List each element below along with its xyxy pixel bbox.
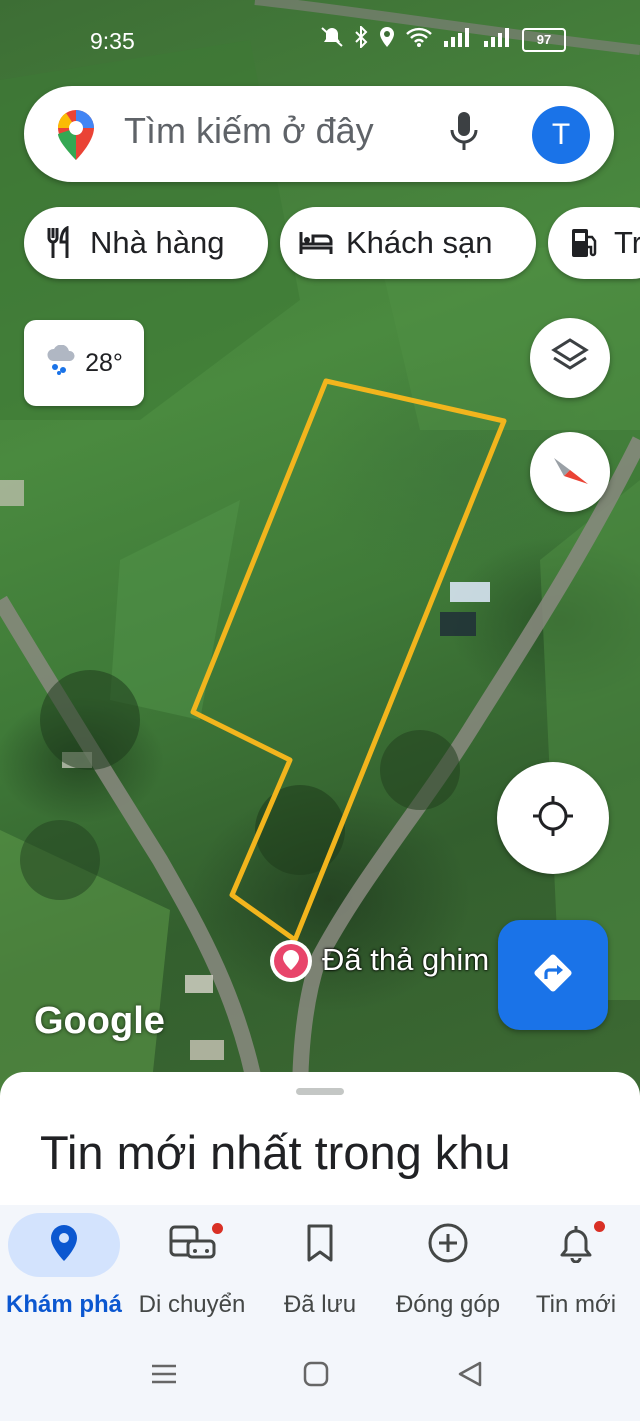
weather-widget[interactable]: 28° <box>24 320 144 406</box>
nav-label: Đã lưu <box>283 1291 357 1318</box>
home-button[interactable] <box>302 1360 330 1393</box>
layers-icon <box>550 336 590 381</box>
drag-handle[interactable] <box>296 1088 344 1095</box>
compass-icon <box>548 448 592 497</box>
nav-commute[interactable]: Di chuyển <box>128 1205 256 1330</box>
notification-badge <box>592 1219 607 1234</box>
nav-icon-container <box>136 1213 248 1277</box>
mic-icon[interactable] <box>449 110 479 159</box>
my-location-button[interactable] <box>497 762 609 874</box>
recent-apps-button[interactable] <box>150 1360 178 1393</box>
status-icons: 97 <box>320 24 566 54</box>
directions-icon <box>531 951 575 1000</box>
land-boundary <box>190 378 507 943</box>
bell-icon <box>558 1223 594 1268</box>
hotel-icon <box>298 230 334 256</box>
signal-icon <box>442 27 472 53</box>
nav-contribute[interactable]: Đóng góp <box>384 1205 512 1330</box>
nav-icon-container <box>264 1213 376 1277</box>
temperature: 28° <box>85 348 123 377</box>
battery-indicator: 97 <box>522 28 566 52</box>
nav-label: Tin mới <box>535 1291 617 1318</box>
google-maps-pin-icon <box>56 108 96 167</box>
nav-saved[interactable]: Đã lưu <box>256 1205 384 1330</box>
restaurant-icon <box>42 226 78 260</box>
signal-icon-2 <box>482 27 512 53</box>
status-time: 9:35 <box>90 28 135 54</box>
add-circle-icon <box>427 1222 469 1269</box>
chip-gas-stations[interactable]: Tr <box>548 207 640 279</box>
status-bar: 9:35 97 <box>0 0 640 84</box>
nav-icon-container <box>392 1213 504 1277</box>
bottom-sheet[interactable]: Tin mới nhất trong khu vực <box>0 1072 640 1212</box>
dropped-pin-icon <box>270 940 312 982</box>
wifi-icon <box>406 27 432 53</box>
chip-label: Khách sạn <box>346 225 493 260</box>
location-icon <box>378 26 396 54</box>
nav-icon-container <box>8 1213 120 1277</box>
crosshair-icon <box>531 794 575 843</box>
directions-button[interactable] <box>498 920 608 1030</box>
nav-icon-container <box>520 1213 632 1277</box>
back-button[interactable] <box>456 1360 484 1393</box>
chip-restaurants[interactable]: Nhà hàng <box>24 207 268 279</box>
sheet-title: Tin mới nhất trong khu vực <box>40 1126 511 1212</box>
chip-label: Nhà hàng <box>90 225 225 260</box>
google-watermark: Google <box>34 1000 165 1042</box>
system-navigation-bar <box>0 1330 640 1421</box>
bookmark-icon <box>305 1223 335 1268</box>
layers-button[interactable] <box>530 318 610 398</box>
nav-explore[interactable]: Khám phá <box>0 1205 128 1330</box>
chip-hotels[interactable]: Khách sạn <box>280 207 536 279</box>
explore-pin-icon <box>49 1223 79 1268</box>
nav-label: Khám phá <box>5 1291 122 1318</box>
nav-updates[interactable]: Tin mới <box>512 1205 640 1330</box>
search-input[interactable]: Tìm kiếm ở đây <box>124 110 374 152</box>
bluetooth-icon <box>354 24 368 54</box>
mute-icon <box>320 26 344 54</box>
notification-badge <box>210 1221 225 1236</box>
gas-station-icon <box>566 227 602 259</box>
bottom-navigation: Khám phá Di chuyển Đã lưu Đóng góp Tin m… <box>0 1205 640 1330</box>
dropped-pin-marker[interactable] <box>268 938 314 984</box>
nav-label: Đóng góp <box>395 1291 501 1318</box>
pin-label[interactable]: Đã thả ghim <box>322 942 489 978</box>
chip-label: Tr <box>614 225 640 260</box>
search-bar[interactable]: Tìm kiếm ở đây T <box>24 86 614 182</box>
commute-icon <box>168 1223 216 1268</box>
compass-button[interactable] <box>530 432 610 512</box>
nav-label: Di chuyển <box>138 1291 246 1318</box>
account-avatar[interactable]: T <box>532 106 590 164</box>
rain-cloud-icon <box>45 344 79 382</box>
